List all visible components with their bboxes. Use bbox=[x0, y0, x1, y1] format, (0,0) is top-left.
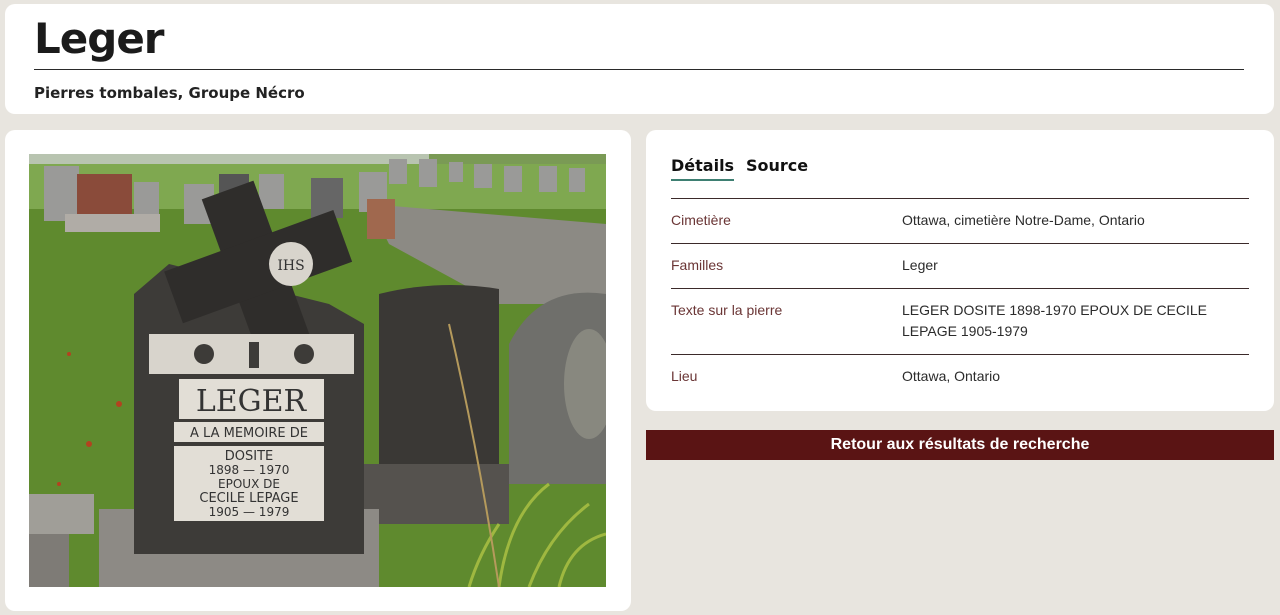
detail-row-cemetery: Cimetière Ottawa, cimetière Notre-Dame, … bbox=[671, 198, 1249, 243]
photo-card: IHS LEGER A LA MEMOIRE DE DOSITE 1898 — … bbox=[5, 130, 631, 611]
title-divider bbox=[34, 69, 1244, 70]
detail-row-families: Familles Leger bbox=[671, 243, 1249, 288]
page-title: Leger bbox=[34, 14, 165, 63]
medallion-text: IHS bbox=[277, 258, 304, 274]
detail-label-cemetery: Cimetière bbox=[671, 212, 731, 228]
details-card: Détails Source Cimetière Ottawa, cimetiè… bbox=[646, 130, 1274, 411]
detail-label-stone-text: Texte sur la pierre bbox=[671, 302, 783, 318]
stone-cecile-text: CECILE LEPAGE bbox=[199, 491, 298, 506]
detail-row-location: Lieu Ottawa, Ontario bbox=[671, 354, 1249, 399]
tab-details[interactable]: Détails bbox=[671, 156, 735, 181]
details-table: Cimetière Ottawa, cimetière Notre-Dame, … bbox=[671, 198, 1249, 399]
back-to-results-button[interactable]: Retour aux résultats de recherche bbox=[646, 430, 1274, 460]
detail-value-location: Ottawa, Ontario bbox=[902, 368, 1001, 384]
page-subtitle: Pierres tombales, Groupe Nécro bbox=[34, 84, 305, 102]
detail-row-stone-text: Texte sur la pierre LEGER DOSITE 1898-19… bbox=[671, 288, 1249, 354]
stone-name-text: LEGER bbox=[196, 384, 308, 419]
tombstone-photo[interactable]: IHS LEGER A LA MEMOIRE DE DOSITE 1898 — … bbox=[29, 154, 606, 587]
detail-value-families: Leger bbox=[902, 257, 938, 273]
stone-dates1-text: 1898 — 1970 bbox=[209, 463, 290, 477]
stone-dosite-text: DOSITE bbox=[225, 449, 273, 464]
detail-label-location: Lieu bbox=[671, 368, 698, 384]
header-card: Leger Pierres tombales, Groupe Nécro bbox=[5, 4, 1274, 114]
detail-label-families: Familles bbox=[671, 257, 724, 273]
stone-memory-text: A LA MEMOIRE DE bbox=[190, 426, 308, 441]
tab-source[interactable]: Source bbox=[746, 156, 808, 175]
stone-dates2-text: 1905 — 1979 bbox=[209, 505, 290, 519]
tombstone-photo-image: IHS LEGER A LA MEMOIRE DE DOSITE 1898 — … bbox=[29, 154, 606, 587]
detail-value-cemetery: Ottawa, cimetière Notre-Dame, Ontario bbox=[902, 212, 1145, 228]
stone-epoux-text: EPOUX DE bbox=[218, 477, 280, 491]
detail-value-stone-text: LEGER DOSITE 1898-1970 EPOUX DE CECILE L… bbox=[902, 302, 1208, 339]
